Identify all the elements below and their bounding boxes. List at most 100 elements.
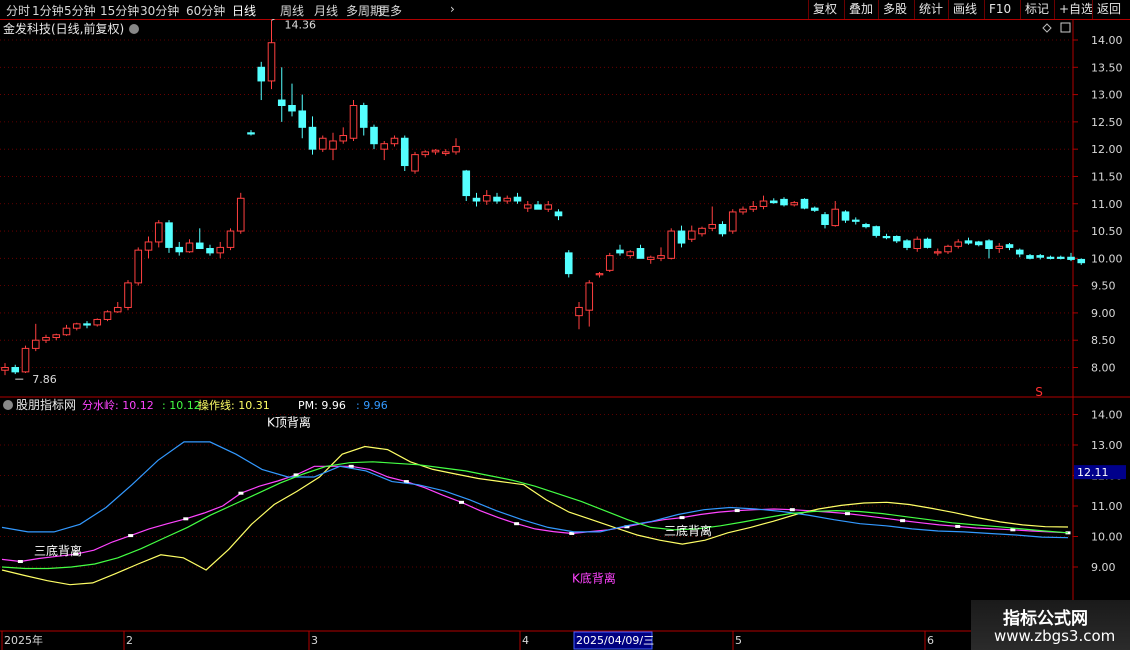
candle-body-80 — [821, 214, 829, 225]
period-tab-8[interactable]: 月线 — [314, 2, 338, 19]
candle-body-55 — [564, 252, 573, 275]
candle-body-36 — [370, 126, 378, 145]
candle-body-44 — [452, 145, 460, 153]
candle-body-54 — [554, 211, 563, 217]
toolbar-button-7[interactable]: +自选 — [1054, 0, 1097, 19]
candle-body-92 — [944, 245, 952, 253]
candle-body-49 — [503, 197, 512, 202]
pm-marker-10 — [183, 517, 189, 521]
candle-body-18 — [185, 242, 194, 253]
candle-body-28 — [288, 105, 296, 112]
toolbar-button-1[interactable]: 叠加 — [844, 0, 877, 19]
candle-body-101 — [1036, 255, 1045, 258]
toolbar-button-0[interactable]: 复权 — [808, 0, 841, 19]
period-tab-1[interactable]: 1分钟 — [32, 2, 64, 19]
title-dropdown-icon[interactable] — [129, 24, 139, 34]
candle-body-82 — [841, 211, 850, 221]
period-tab-4[interactable]: 30分钟 — [140, 2, 179, 19]
more-chevron-icon[interactable]: › — [450, 2, 455, 16]
watermark-url: www.zbgs3.com — [994, 627, 1116, 645]
candle-body-96 — [985, 240, 993, 250]
candle-body-51 — [523, 204, 532, 209]
candle-body-0 — [1, 367, 9, 371]
candle-body-27 — [277, 99, 286, 106]
panel-diamond-icon[interactable] — [1042, 23, 1052, 33]
candle-body-56 — [575, 306, 583, 317]
price-tick-6: 11.00 — [1091, 198, 1123, 211]
candle-body-67 — [687, 230, 696, 240]
candle-body-19 — [195, 242, 204, 250]
kline-chart-area[interactable]: 14.00 13.50 13.00 12.50 12.00 11.50 11.00 10.50… — [0, 19, 1130, 650]
toolbar-button-3[interactable]: 统计 — [914, 0, 947, 19]
candle-body-89 — [913, 238, 922, 250]
date-label-5: 6 — [927, 634, 934, 647]
period-toolbar: 分时 1分钟 5分钟 15分钟 30分钟 60分钟 日线 周线 月线 多周期 更多 › 复权 叠加 多股 统计… — [0, 0, 1130, 20]
indicator-tick-5: 9.00 — [1091, 561, 1116, 574]
pm-marker-13 — [238, 491, 244, 495]
candle-body-15 — [154, 222, 163, 243]
candle-body-57 — [585, 282, 594, 311]
candle-body-104 — [1067, 256, 1075, 260]
panel-maximize-icon[interactable] — [1060, 22, 1071, 33]
toolbar-button-4[interactable]: 画线 — [948, 0, 981, 19]
candle-body-93 — [954, 241, 963, 247]
price-tick-2: 13.00 — [1091, 89, 1123, 102]
indicator-line-1 — [1, 445, 1069, 586]
period-tab-0[interactable]: 分时 — [6, 2, 30, 19]
toolbar-button-6[interactable]: 标记 — [1020, 0, 1053, 19]
candle-body-47 — [482, 195, 491, 202]
current-value-badge-text: 12.11 — [1077, 466, 1109, 479]
period-tab-9[interactable]: 多周期 — [346, 2, 382, 19]
date-label-4: 5 — [735, 634, 742, 647]
price-tick-10: 9.00 — [1091, 307, 1116, 320]
period-tab-2[interactable]: 5分钟 — [64, 2, 96, 19]
pm-marker-37 — [679, 516, 685, 520]
candle-body-3 — [31, 339, 40, 349]
candle-body-77 — [790, 202, 799, 206]
toolbar-button-5[interactable]: F10 — [984, 0, 1015, 19]
candle-body-26 — [267, 42, 276, 82]
candle-body-13 — [134, 249, 143, 284]
period-tab-6[interactable]: 日线 — [232, 2, 256, 19]
candle-body-91 — [933, 251, 942, 254]
candle-body-25 — [257, 66, 266, 82]
candle-body-102 — [1046, 256, 1055, 259]
candle-body-75 — [769, 200, 778, 204]
pm-marker-28 — [514, 522, 520, 526]
toolbar-button-8[interactable]: 返回 — [1092, 0, 1125, 19]
candle-body-84 — [862, 223, 870, 228]
candle-body-73 — [749, 205, 758, 210]
indicator-tick-3: 11.00 — [1091, 500, 1123, 513]
candle-body-7 — [72, 323, 81, 329]
indicator-legend-0: 分水岭: 10.12 — [82, 398, 154, 412]
toolbar-button-2[interactable]: 多股 — [878, 0, 911, 19]
price-tick-0: 14.00 — [1091, 34, 1123, 47]
indicator-dropdown-icon[interactable] — [3, 400, 13, 410]
candle-body-24 — [247, 132, 255, 135]
price-tick-7: 10.50 — [1091, 225, 1123, 238]
k-top-divergence-label: K顶背离 — [267, 415, 311, 430]
candle-body-10 — [103, 311, 112, 320]
indicator-tick-1: 13.00 — [1091, 439, 1123, 452]
candle-body-1 — [11, 367, 20, 373]
pm-marker-1 — [17, 560, 23, 564]
period-tab-5[interactable]: 60分钟 — [186, 2, 225, 19]
candle-body-22 — [226, 230, 235, 248]
candle-body-21 — [216, 246, 225, 254]
candle-body-4 — [42, 336, 50, 341]
candle-body-64 — [657, 255, 665, 259]
candle-body-83 — [851, 219, 860, 222]
high-price-label: 14.36 — [285, 19, 317, 31]
period-tab-7[interactable]: 周线 — [280, 2, 304, 19]
price-tick-1: 13.50 — [1091, 61, 1123, 74]
period-tab-3[interactable]: 15分钟 — [100, 2, 139, 19]
candle-body-62 — [636, 248, 645, 259]
price-tick-8: 10.00 — [1091, 252, 1123, 265]
candle-body-35 — [359, 105, 368, 128]
candle-body-37 — [380, 143, 389, 150]
indicator-line-2 — [1, 441, 1069, 539]
candle-body-11 — [113, 306, 122, 313]
candle-body-16 — [165, 222, 173, 248]
candle-body-61 — [626, 251, 635, 257]
period-tab-10[interactable]: 更多 — [378, 2, 402, 19]
